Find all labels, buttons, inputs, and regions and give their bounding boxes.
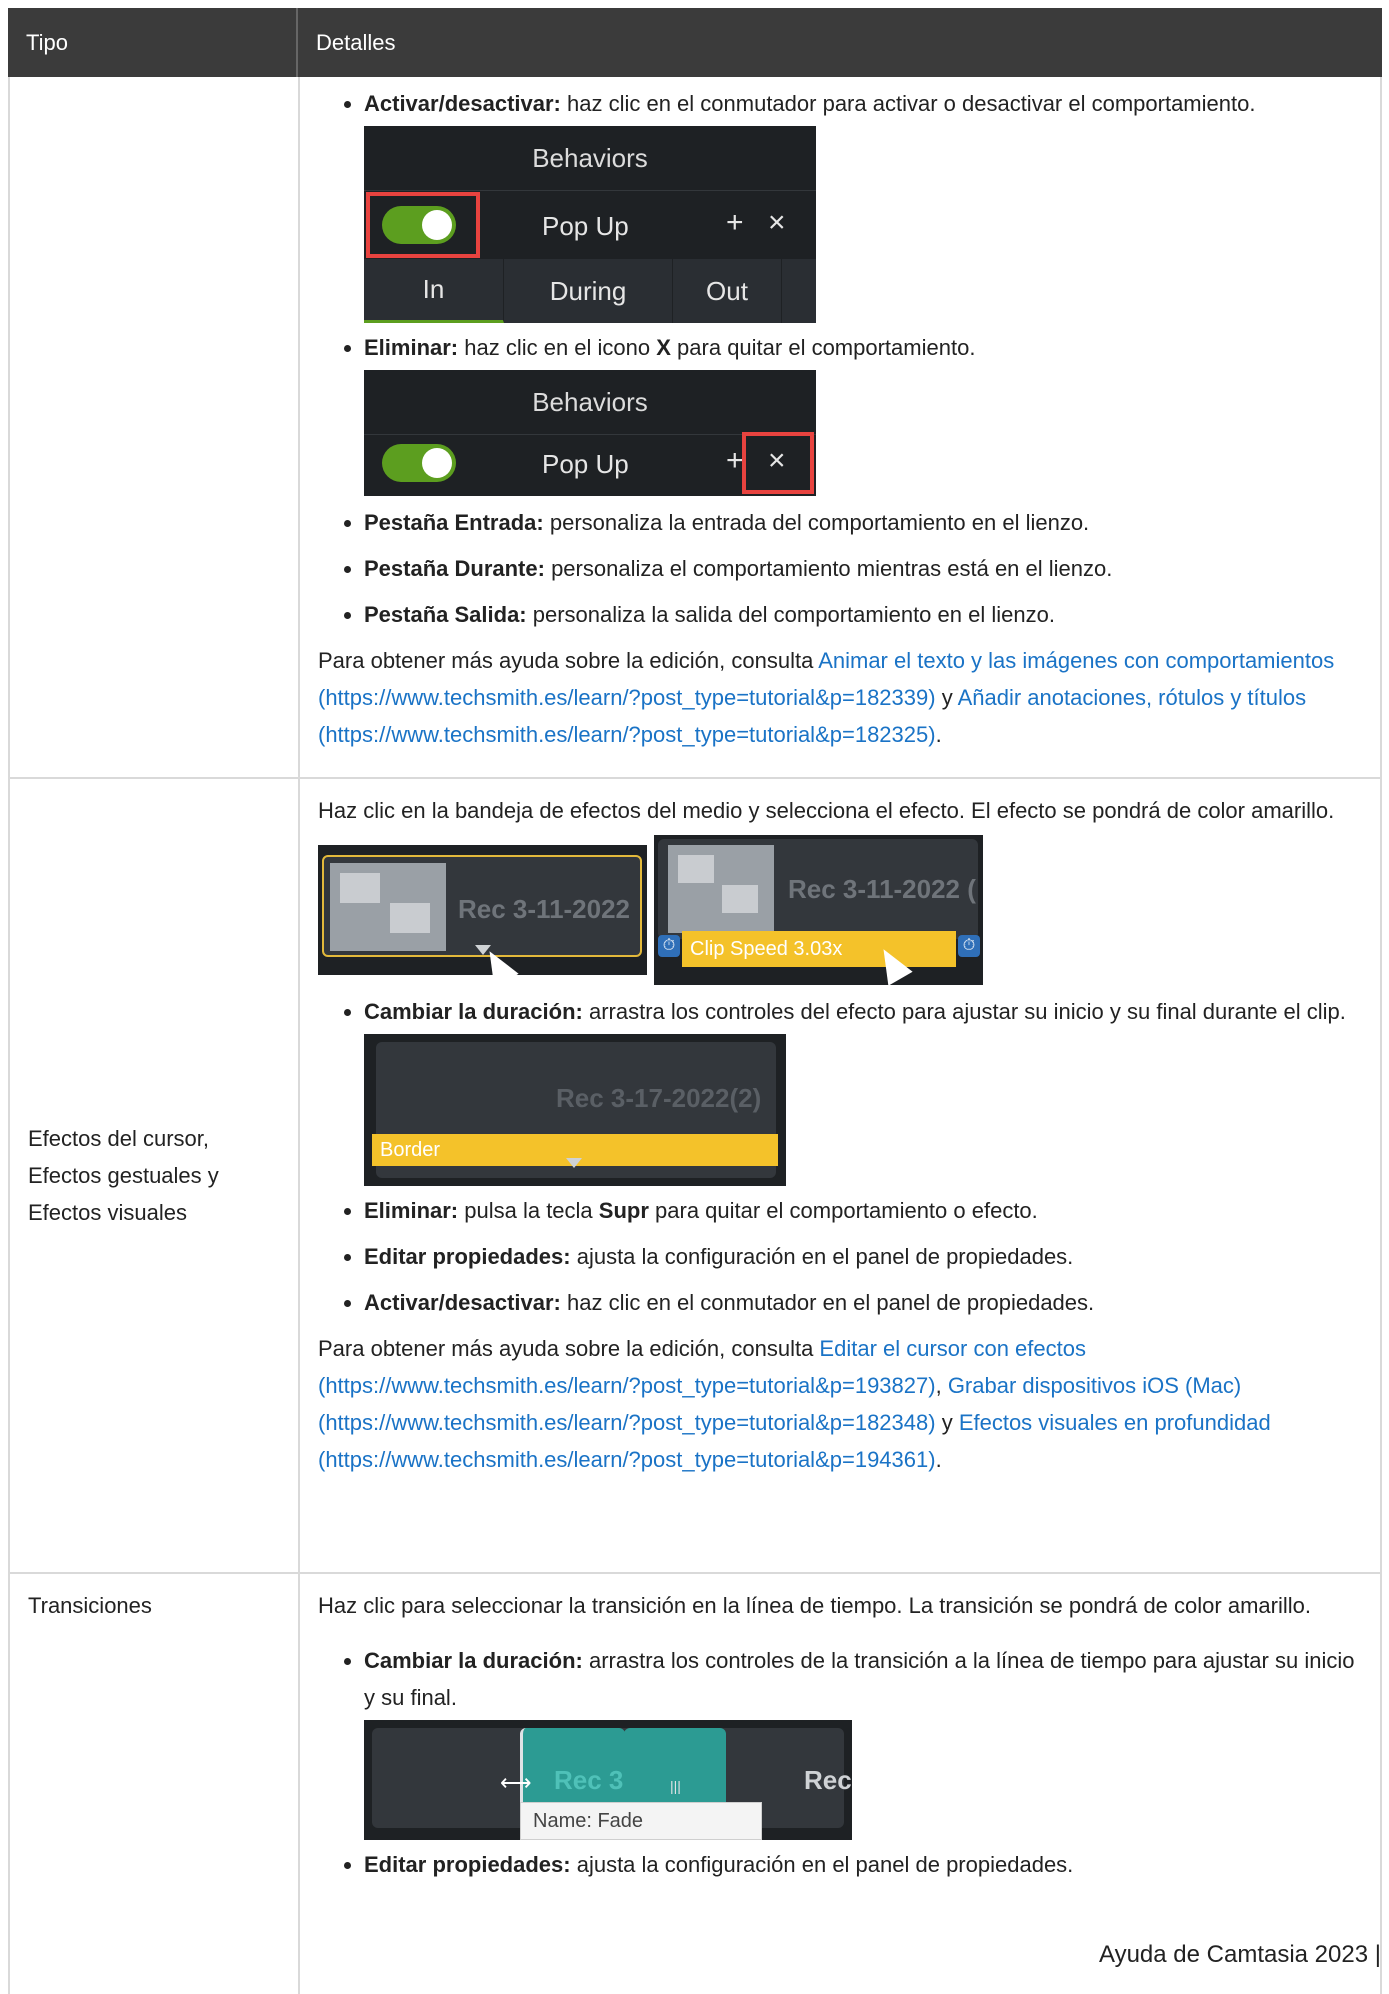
intro-text: Haz clic en la bandeja de efectos del me… [318,798,1335,823]
border-clip-screenshot: Rec 3-17-2022(2) Border [364,1034,786,1186]
conjunction: y [935,1410,959,1435]
effects-tray-icon[interactable] [566,1158,582,1168]
list-item: Eliminar: haz clic en el icono X para qu… [364,329,1362,496]
item-text: personaliza la entrada del comportamient… [543,510,1090,535]
close-icon[interactable]: × [768,204,786,241]
timer-icon: ⏱ [658,935,680,957]
behavior-name: Pop Up [542,449,629,479]
item-label: Cambiar la duración: [364,1648,583,1673]
item-text: personaliza el comportamiento mientras e… [544,556,1113,581]
item-bold: Supr [598,1198,649,1223]
item-label: Eliminar: [364,1198,459,1223]
timeline-clip[interactable]: Rec 3-11-2022 [322,855,642,957]
panel-title: Behaviors [364,370,816,435]
item-text: arrastra los controles del efecto para a… [582,999,1346,1024]
item-bold: X [656,335,671,360]
list-item: Pestaña Entrada: personaliza la entrada … [364,504,1362,541]
list-item: Pestaña Salida: personaliza la salida de… [364,596,1362,633]
timeline-clip[interactable]: Rec 3-11-2022 ( [658,839,978,939]
item-text: personaliza la salida del comportamiento… [526,602,1055,627]
table-row-effects: Efectos del cursor, Efectos gestuales y … [8,779,1382,1574]
header-tipo: Tipo [8,8,298,77]
separator: , [935,1373,948,1398]
item-label: Pestaña Durante: [364,556,545,581]
page-footer: Ayuda de Camtasia 2023 | 1 [1099,1941,1389,1968]
item-label: Editar propiedades: [364,1852,571,1877]
resize-arrow-icon[interactable]: ⟷ [500,1764,532,1801]
item-text: haz clic en el icono [458,335,657,360]
item-text: ajusta la configuración en el panel de p… [570,1244,1074,1269]
item-label: Cambiar la duración: [364,999,583,1024]
list-item: Pestaña Durante: personaliza el comporta… [364,550,1362,587]
effect-bar[interactable]: Clip Speed 3.03x [682,931,956,967]
table-header: Tipo Detalles [8,8,1382,77]
highlight-box [366,192,480,258]
item-text: para quitar el comportamiento. [670,335,976,360]
list-item: Activar/desactivar: haz clic en el conmu… [364,1284,1362,1321]
conjunction: y [935,685,958,710]
list-item: Editar propiedades: ajusta la configurac… [364,1846,1362,1883]
help-paragraph: Para obtener más ayuda sobre la edición,… [318,1330,1362,1478]
behavior-name: Pop Up [542,211,629,241]
item-label: Pestaña Entrada: [364,510,544,535]
clip-screenshot-1: Rec 3-11-2022 [318,845,647,988]
highlight-box [742,432,814,494]
tab-out[interactable]: Out [673,259,782,323]
item-label: Pestaña Salida: [364,602,527,627]
cell-detalles: Haz clic en la bandeja de efectos del me… [300,779,1380,1572]
plus-icon[interactable]: + [726,204,744,241]
intro-text: Haz clic para seleccionar la transición … [318,1593,1311,1618]
grip-icon[interactable]: ||| [670,1768,681,1805]
help-intro: Para obtener más ayuda sobre la edición,… [318,648,819,673]
item-text: para quitar el comportamiento o efecto. [648,1198,1038,1223]
cell-tipo: Efectos del cursor, Efectos gestuales y … [10,779,300,1572]
transition-tooltip: Name: Fade [520,1802,762,1840]
period: . [935,1447,942,1472]
item-label: Eliminar: [364,335,459,360]
toggle-switch[interactable] [382,444,456,482]
help-intro: Para obtener más ayuda sobre la edición,… [318,1336,820,1361]
clip-screenshot-2: Rec 3-11-2022 ( ⏱ Clip Speed 3.03x ⏱ [654,835,983,986]
clip-name: Rec [804,1765,852,1795]
panel-title: Behaviors [364,126,816,191]
item-text: ajusta la configuración en el panel de p… [570,1852,1074,1877]
clip-name: Rec 3-11-2022 ( [788,874,976,904]
list-item: Editar propiedades: ajusta la configurac… [364,1238,1362,1275]
tab-during[interactable]: During [504,259,673,323]
item-text: haz clic en el conmutador para activar o… [560,91,1256,116]
plus-icon[interactable]: + [726,442,744,479]
cell-tipo: Transiciones [10,1574,300,1994]
list-item: Cambiar la duración: arrastra los contro… [364,1642,1362,1840]
transition-screenshot: Rec 3 Rec ⟷ ||| Name: Fade [364,1720,852,1840]
tipo-label: Transiciones [28,1593,152,1618]
list-item: Eliminar: pulsa la tecla Supr para quita… [364,1192,1362,1229]
item-text: pulsa la tecla [458,1198,599,1223]
table-row-behaviors: Activar/desactivar: haz clic en el conmu… [8,77,1382,779]
list-item: Activar/desactivar: haz clic en el conmu… [364,85,1362,323]
behaviors-delete-screenshot: Behaviors Pop Up + × [364,370,816,496]
item-label: Editar propiedades: [364,1244,571,1269]
cell-detalles: Activar/desactivar: haz clic en el conmu… [300,77,1380,777]
tab-in[interactable]: In [364,259,504,323]
cell-tipo-empty [10,77,300,777]
clip-name: Rec 3-11-2022 [458,894,631,924]
item-label: Activar/desactivar: [364,1290,561,1315]
help-paragraph: Para obtener más ayuda sobre la edición,… [318,642,1362,753]
header-detalles: Detalles [316,29,396,55]
behaviors-table: Tipo Detalles Activar/desactivar: haz cl… [8,8,1382,1994]
period: . [935,722,942,747]
item-text: haz clic en el conmutador en el panel de… [560,1290,1095,1315]
cell-detalles: Haz clic para seleccionar la transición … [300,1574,1380,1994]
list-item: Cambiar la duración: arrastra los contro… [364,993,1362,1186]
table-row-transitions: Transiciones Haz clic para seleccionar l… [8,1574,1382,1994]
clip-name: Rec 3 [554,1765,624,1795]
behavior-tabs: In During Out [364,259,816,323]
item-label: Activar/desactivar: [364,91,561,116]
behaviors-panel-screenshot: Behaviors Pop Up + × In During Out [364,126,816,323]
clip-name: Rec 3-17-2022(2) [556,1083,762,1113]
tipo-label: Efectos del cursor, Efectos gestuales y … [28,1126,219,1225]
effect-screenshots: Rec 3-11-2022 Rec 3-11-2022 ( ⏱ Clip Spe… [318,835,1362,988]
timer-icon: ⏱ [958,935,980,957]
